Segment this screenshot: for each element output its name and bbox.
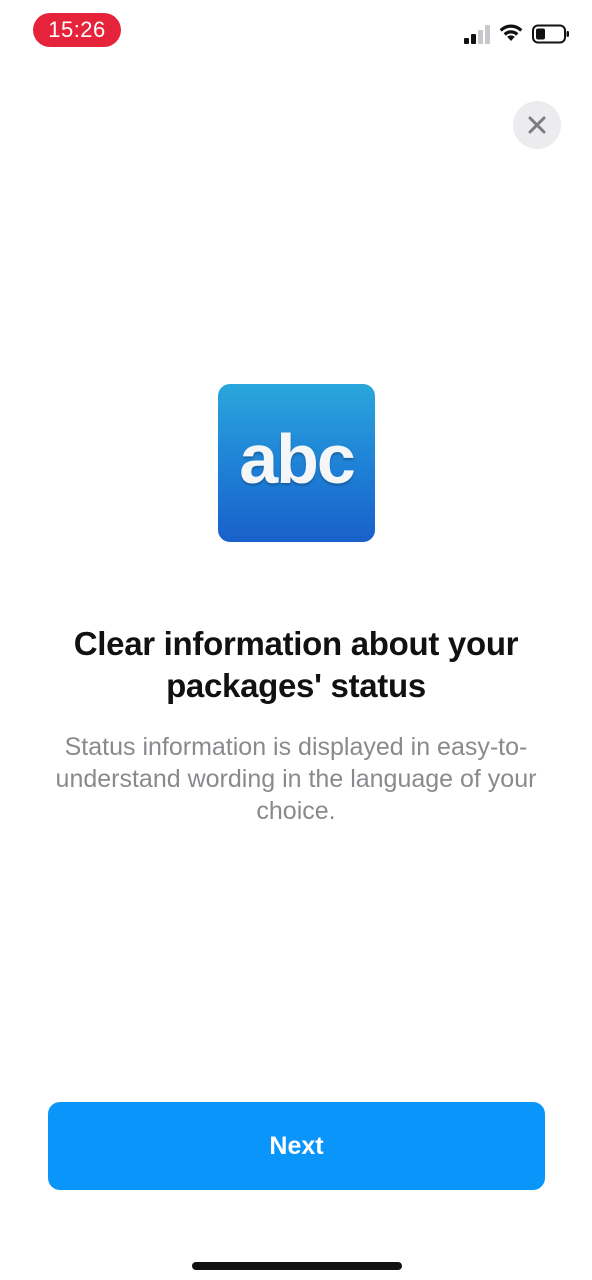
cellular-signal-icon — [464, 25, 490, 44]
close-icon — [528, 116, 546, 134]
page-description: Status information is displayed in easy-… — [55, 733, 537, 825]
next-button[interactable]: Next — [48, 1102, 545, 1190]
battery-icon — [532, 24, 569, 44]
status-time: 15:26 — [33, 13, 121, 47]
close-button[interactable] — [513, 101, 561, 149]
page-title: Clear information about your packages' s… — [73, 625, 519, 704]
wifi-icon — [499, 24, 523, 41]
status-bar: 15:26 — [0, 0, 592, 64]
abc-language-icon: abc — [218, 384, 375, 542]
feature-icon-label: abc — [239, 420, 356, 498]
home-indicator[interactable] — [192, 1262, 402, 1270]
